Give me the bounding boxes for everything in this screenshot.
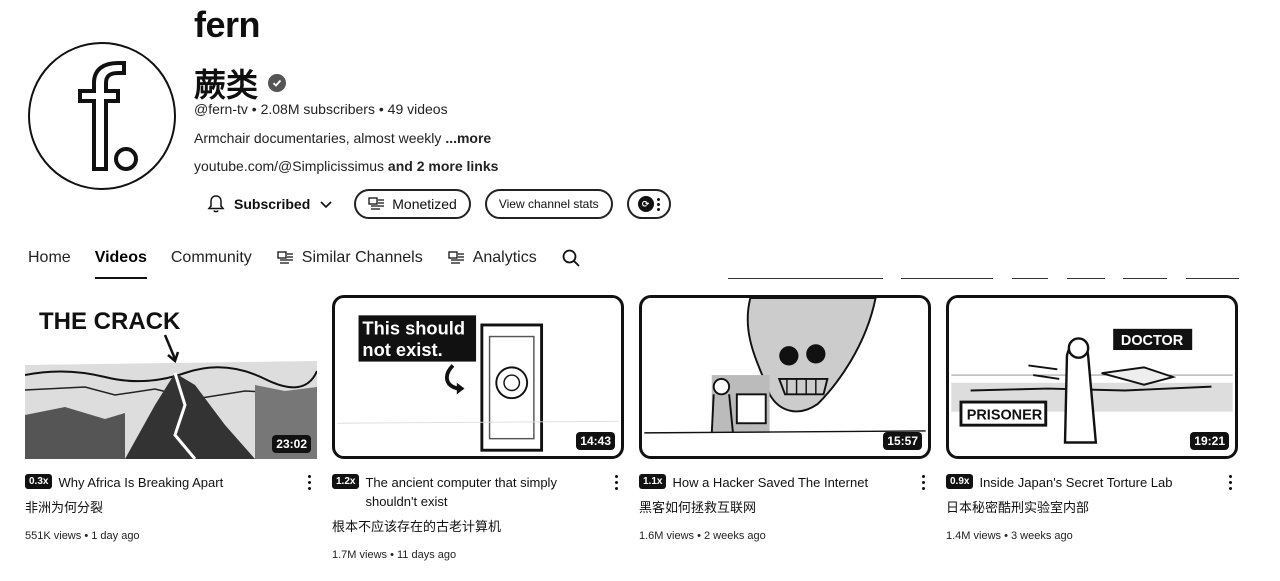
- video-card[interactable]: DOCTOR PRISONER 19:21 0.9x Inside Japan'…: [946, 295, 1238, 561]
- channel-actions: Subscribed Monetized View channel stats …: [200, 187, 671, 221]
- view-channel-stats-button[interactable]: View channel stats: [484, 189, 613, 219]
- channel-tabs: Home Videos Community Similar Channels A…: [28, 240, 581, 279]
- video-count: 49 videos: [387, 101, 448, 117]
- view-stats-label: View channel stats: [498, 197, 599, 211]
- video-info: 0.3x Why Africa Is Breaking Apart 非洲为何分裂…: [25, 459, 317, 542]
- speed-badge: 0.3x: [25, 474, 53, 489]
- monetized-icon: [368, 197, 385, 210]
- fern-logo-icon: [78, 61, 138, 171]
- video-subtitle: 非洲为何分裂: [25, 500, 104, 515]
- video-duration: 15:57: [883, 432, 922, 450]
- extension-icon: ⟳: [637, 196, 654, 212]
- tab-analytics-label: Analytics: [472, 249, 537, 266]
- more-vert-icon: [656, 197, 660, 211]
- channel-link[interactable]: youtube.com/@Simplicissimus: [194, 158, 384, 174]
- channel-alt-name: 蕨类: [194, 60, 287, 106]
- similar-icon: [277, 251, 293, 264]
- more-links[interactable]: and 2 more links: [384, 158, 499, 174]
- video-duration: 14:43: [576, 432, 615, 450]
- video-card[interactable]: 15:57 1.1x How a Hacker Saved The Intern…: [639, 295, 931, 561]
- bell-icon: [207, 195, 225, 213]
- filter-rule: [1067, 278, 1105, 279]
- video-title[interactable]: Why Africa Is Breaking Apart: [58, 473, 223, 492]
- subscribed-button[interactable]: Subscribed: [200, 187, 340, 221]
- more-link[interactable]: ...more: [445, 130, 491, 146]
- video-info: 1.1x How a Hacker Saved The Internet 黑客如…: [639, 459, 931, 542]
- channel-description[interactable]: Armchair documentaries, almost weekly ..…: [194, 130, 491, 146]
- filter-rule: [1186, 278, 1239, 279]
- tab-videos[interactable]: Videos: [94, 243, 148, 279]
- tab-analytics[interactable]: Analytics: [447, 243, 537, 273]
- thumb-text-1: This should: [362, 318, 465, 339]
- monetized-button[interactable]: Monetized: [354, 189, 471, 219]
- channel-handle: @fern-tv: [194, 101, 248, 117]
- search-icon[interactable]: [561, 248, 581, 268]
- speed-badge: 0.9x: [946, 474, 974, 489]
- video-subtitle: 黑客如何拯救互联网: [639, 500, 757, 515]
- tab-similar-channels[interactable]: Similar Channels: [276, 243, 423, 273]
- chevron-down-icon: [320, 201, 332, 209]
- subscriber-count: 2.08M subscribers: [260, 101, 375, 117]
- speed-badge: 1.1x: [639, 474, 667, 489]
- thumb-text-2: not exist.: [362, 339, 442, 360]
- speed-badge: 1.2x: [332, 474, 360, 489]
- video-thumbnail[interactable]: 15:57: [639, 295, 931, 459]
- video-duration: 23:02: [272, 435, 311, 453]
- thumbnail-image: THE CRACK: [25, 295, 317, 459]
- analytics-icon: [448, 251, 464, 264]
- thumb-text: THE CRACK: [39, 308, 181, 335]
- monetized-label: Monetized: [392, 196, 457, 212]
- video-thumbnail[interactable]: THE CRACK 23:02: [25, 295, 317, 459]
- video-info: 0.9x Inside Japan's Secret Torture Lab 日…: [946, 459, 1238, 542]
- kebab-icon[interactable]: [922, 475, 925, 490]
- filter-rule: [1012, 278, 1048, 279]
- subscribed-label: Subscribed: [234, 196, 311, 212]
- kebab-icon[interactable]: [1229, 475, 1232, 490]
- video-info: 1.2x The ancient computer that simply sh…: [332, 459, 624, 561]
- filter-rule: [901, 278, 993, 279]
- video-meta: 551K views • 1 day ago: [25, 530, 140, 542]
- thumb-label-prisoner: PRISONER: [967, 407, 1043, 423]
- video-meta: 1.6M views • 2 weeks ago: [639, 530, 766, 542]
- video-grid: THE CRACK 23:02 0.3x Why Africa Is Break…: [25, 295, 1238, 561]
- video-subtitle: 日本秘密酷刑实验室内部: [946, 500, 1090, 515]
- tab-community[interactable]: Community: [171, 243, 252, 273]
- video-meta: 1.7M views • 11 days ago: [332, 549, 457, 561]
- video-card[interactable]: THE CRACK 23:02 0.3x Why Africa Is Break…: [25, 295, 317, 561]
- channel-name: fern: [194, 4, 261, 45]
- video-title[interactable]: The ancient computer that simply shouldn…: [365, 473, 596, 511]
- kebab-icon[interactable]: [615, 475, 618, 490]
- video-thumbnail[interactable]: This should not exist. 14:43: [332, 295, 624, 459]
- video-title[interactable]: Inside Japan's Secret Torture Lab: [979, 473, 1172, 492]
- video-title[interactable]: How a Hacker Saved The Internet: [672, 473, 868, 492]
- kebab-icon[interactable]: [308, 475, 311, 490]
- video-thumbnail[interactable]: DOCTOR PRISONER 19:21: [946, 295, 1238, 459]
- extension-menu-button[interactable]: ⟳: [626, 189, 671, 219]
- thumb-label-doctor: DOCTOR: [1121, 333, 1184, 349]
- channel-avatar[interactable]: [28, 42, 176, 190]
- verified-icon: [268, 74, 287, 92]
- filter-rule: [728, 278, 883, 279]
- channel-alt-name-text: 蕨类: [194, 67, 259, 103]
- video-subtitle: 根本不应该存在的古老计算机: [332, 519, 502, 534]
- tab-home[interactable]: Home: [28, 243, 71, 273]
- tab-similar-label: Similar Channels: [301, 249, 423, 266]
- filter-rule: [1123, 278, 1167, 279]
- video-duration: 19:21: [1190, 432, 1229, 450]
- channel-links[interactable]: youtube.com/@Simplicissimus and 2 more l…: [194, 158, 498, 174]
- video-card[interactable]: This should not exist. 14:43 1.2x The an…: [332, 295, 624, 561]
- video-meta: 1.4M views • 3 weeks ago: [946, 530, 1073, 542]
- channel-meta: @fern-tv • 2.08M subscribers • 49 videos: [194, 101, 448, 117]
